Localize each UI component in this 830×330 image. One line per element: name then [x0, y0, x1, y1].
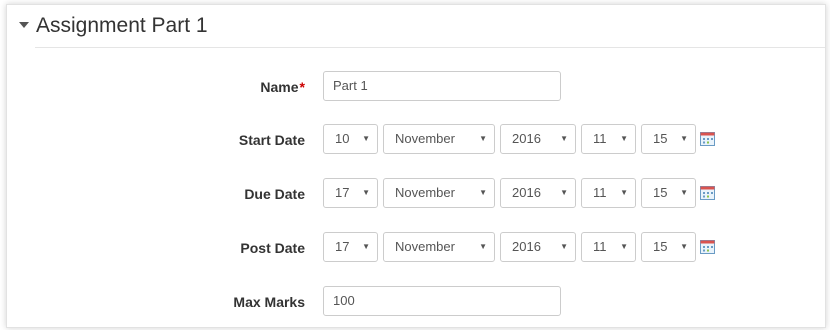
assignment-panel: Assignment Part 1 Name* Part 1 Start Dat…	[6, 4, 826, 328]
post-hour-select[interactable]: 11 ▼	[581, 232, 636, 262]
divider	[35, 47, 825, 48]
name-label: Name*	[260, 79, 305, 95]
post-minute-select[interactable]: 15 ▼	[641, 232, 696, 262]
name-row: Name* Part 1	[7, 71, 825, 103]
dropdown-caret-icon: ▼	[680, 188, 688, 197]
dropdown-caret-icon: ▼	[560, 134, 568, 143]
due-date-label: Due Date	[244, 186, 305, 202]
post-date-row: Post Date 17 ▼ November ▼ 2016 ▼ 11 ▼ 15 ▼	[7, 232, 825, 264]
name-input[interactable]: Part 1	[323, 71, 561, 101]
max-marks-input[interactable]: 100	[323, 286, 561, 316]
start-date-label: Start Date	[238, 132, 305, 148]
calendar-icon[interactable]	[700, 186, 715, 200]
max-marks-row: Max Marks 100	[7, 286, 825, 318]
start-day-select[interactable]: 10 ▼	[323, 124, 378, 154]
due-date-row: Due Date 17 ▼ November ▼ 2016 ▼ 11 ▼ 15 ▼	[7, 178, 825, 210]
post-date-label: Post Date	[240, 240, 305, 256]
due-day-select[interactable]: 17 ▼	[323, 178, 378, 208]
dropdown-caret-icon: ▼	[479, 134, 487, 143]
start-date-row: Start Date 10 ▼ November ▼ 2016 ▼ 11 ▼ 15 ▼	[7, 124, 825, 156]
dropdown-caret-icon: ▼	[479, 242, 487, 251]
dropdown-caret-icon: ▼	[362, 242, 370, 251]
due-month-select[interactable]: November ▼	[383, 178, 495, 208]
start-month-select[interactable]: November ▼	[383, 124, 495, 154]
dropdown-caret-icon: ▼	[620, 188, 628, 197]
calendar-icon[interactable]	[700, 240, 715, 254]
section-header[interactable]: Assignment Part 1	[7, 5, 825, 47]
dropdown-caret-icon: ▼	[680, 242, 688, 251]
dropdown-caret-icon: ▼	[362, 134, 370, 143]
due-minute-select[interactable]: 15 ▼	[641, 178, 696, 208]
start-hour-select[interactable]: 11 ▼	[581, 124, 636, 154]
calendar-icon[interactable]	[700, 132, 715, 146]
start-minute-select[interactable]: 15 ▼	[641, 124, 696, 154]
caret-down-icon[interactable]	[19, 22, 29, 28]
max-marks-label: Max Marks	[233, 294, 305, 310]
dropdown-caret-icon: ▼	[620, 242, 628, 251]
post-year-select[interactable]: 2016 ▼	[500, 232, 576, 262]
required-marker: *	[299, 79, 305, 95]
due-hour-select[interactable]: 11 ▼	[581, 178, 636, 208]
post-month-select[interactable]: November ▼	[383, 232, 495, 262]
post-day-select[interactable]: 17 ▼	[323, 232, 378, 262]
section-title[interactable]: Assignment Part 1	[36, 14, 208, 38]
dropdown-caret-icon: ▼	[479, 188, 487, 197]
start-year-select[interactable]: 2016 ▼	[500, 124, 576, 154]
dropdown-caret-icon: ▼	[362, 188, 370, 197]
due-year-select[interactable]: 2016 ▼	[500, 178, 576, 208]
dropdown-caret-icon: ▼	[560, 242, 568, 251]
dropdown-caret-icon: ▼	[620, 134, 628, 143]
dropdown-caret-icon: ▼	[560, 188, 568, 197]
dropdown-caret-icon: ▼	[680, 134, 688, 143]
